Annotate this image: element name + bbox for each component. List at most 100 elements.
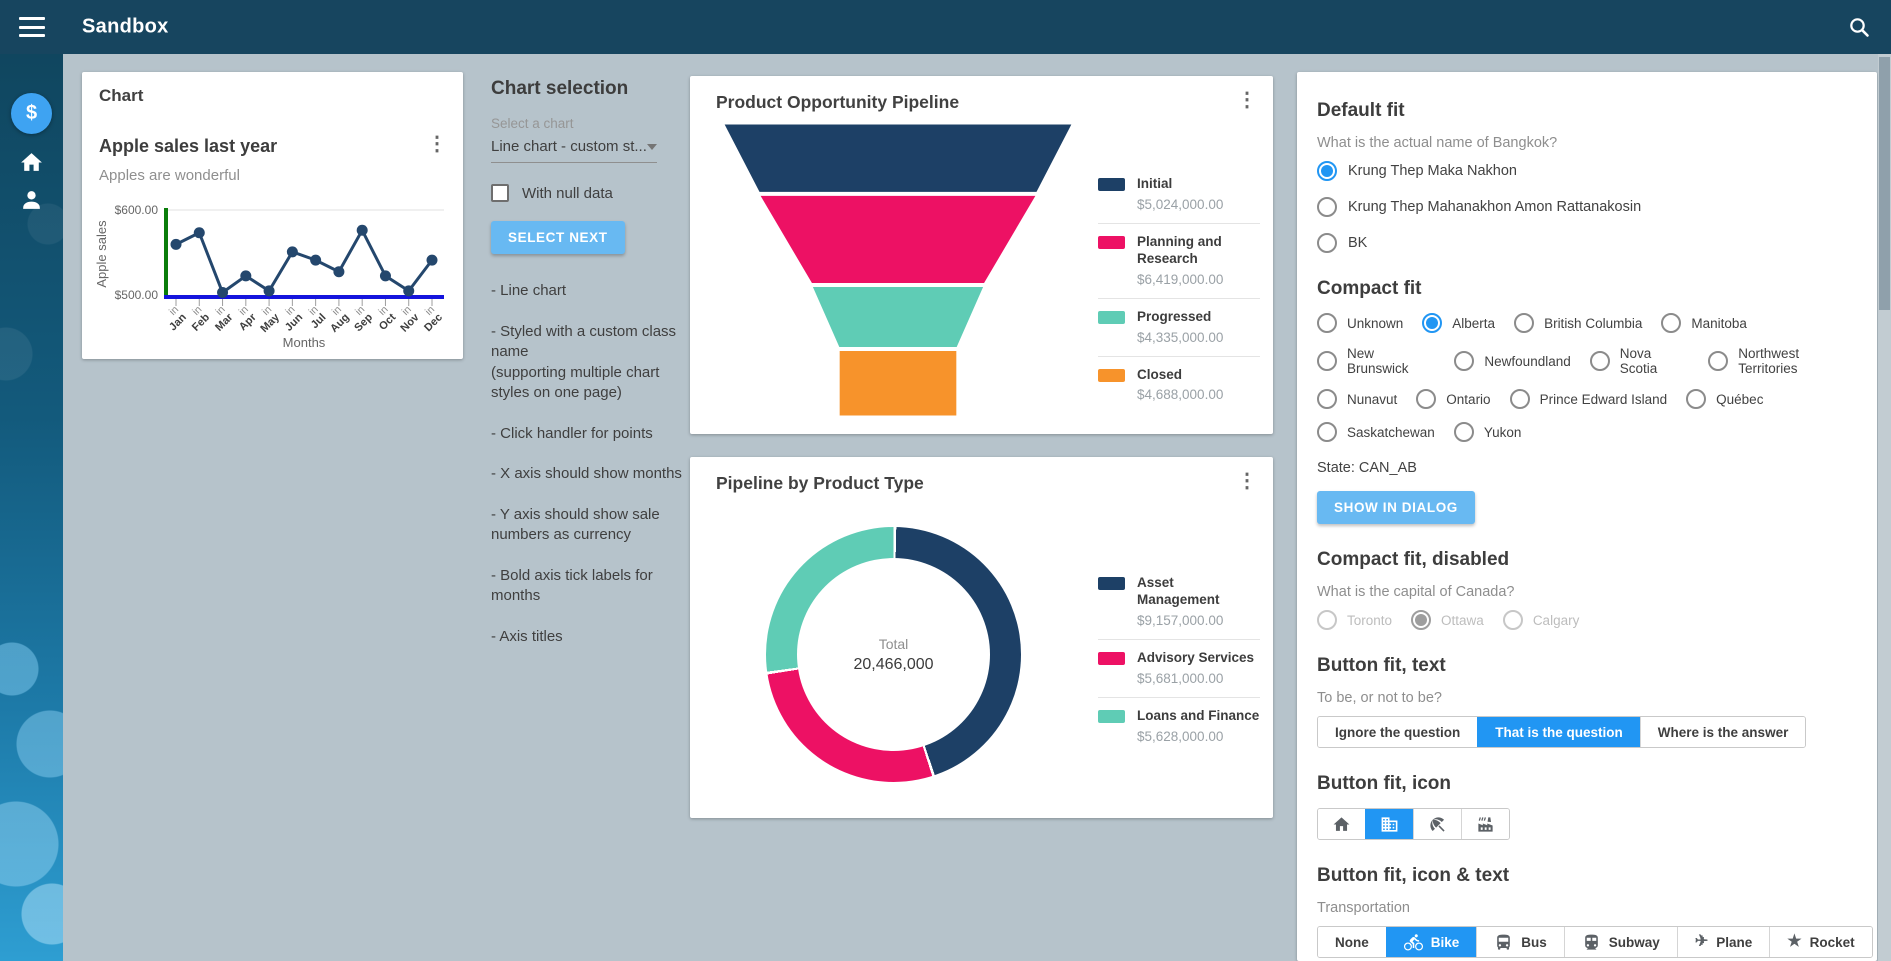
radio-option-saskatchewan[interactable]: Saskatchewan <box>1317 422 1435 442</box>
select-next-button[interactable]: SELECT NEXT <box>491 221 625 254</box>
segment-button-label: Plane <box>1716 935 1752 950</box>
dollar-icon[interactable]: $ <box>11 93 52 134</box>
radio-option-qu-bec[interactable]: Québec <box>1686 389 1763 409</box>
segment-button-bus[interactable]: Bus <box>1476 927 1564 957</box>
radio-circle[interactable] <box>1317 197 1337 217</box>
radio-option-yukon[interactable]: Yukon <box>1454 422 1522 442</box>
apple-sales-chart[interactable]: $600.00$500.00Apple salesinJaninFebinMar… <box>92 194 452 351</box>
with-null-data-checkbox[interactable]: With null data <box>491 184 691 202</box>
radio-circle[interactable] <box>1686 389 1706 409</box>
radio-circle[interactable] <box>1590 351 1610 371</box>
radio-option-northwest-territories[interactable]: Northwest Territories <box>1708 346 1857 376</box>
chart-selection-title: Chart selection <box>491 78 691 100</box>
radio-option-newfoundland[interactable]: Newfoundland <box>1454 351 1570 371</box>
user-icon[interactable] <box>19 187 44 212</box>
radio-circle[interactable] <box>1661 313 1681 333</box>
segment-button-home-icon[interactable] <box>1318 809 1365 839</box>
kebab-menu-icon[interactable]: ⋮ <box>1237 471 1257 491</box>
home-icon <box>1332 815 1351 834</box>
legend-swatch <box>1098 577 1125 590</box>
radio-circle[interactable] <box>1708 351 1728 371</box>
radio-option-prince-edward-island[interactable]: Prince Edward Island <box>1510 389 1668 409</box>
radio-circle[interactable] <box>1317 161 1337 181</box>
radio-row: Saskatchewan Yukon <box>1317 422 1857 442</box>
segment-button-beach-umbrella-icon[interactable] <box>1413 809 1461 839</box>
segment-button-plane[interactable]: ✈Plane <box>1677 927 1769 957</box>
segment-button-that-is-the-question[interactable]: That is the question <box>1477 717 1640 747</box>
legend-label: Progressed <box>1137 309 1260 326</box>
search-icon[interactable] <box>1847 15 1871 39</box>
radio-circle <box>1503 610 1523 630</box>
beach-umbrella-icon <box>1428 815 1447 834</box>
funnel-chart-card: Product Opportunity Pipeline ⋮ Initial$5… <box>690 76 1273 434</box>
button-fit-text-question: To be, or not to be? <box>1317 690 1857 706</box>
show-in-dialog-button[interactable]: SHOW IN DIALOG <box>1317 491 1475 524</box>
radio-option-nova-scotia[interactable]: Nova Scotia <box>1590 346 1690 376</box>
radio-option-krung-thep-mahanakhon-amon-rattanakosin[interactable]: Krung Thep Mahanakhon Amon Rattanakosin <box>1317 197 1857 217</box>
legend-item-asset-management: Asset Management$9,157,000.00 <box>1098 565 1260 639</box>
radio-option-new-brunswick[interactable]: New Brunswick <box>1317 346 1435 376</box>
funnel-stage-closed <box>839 350 958 416</box>
donut-chart-title: Pipeline by Product Type <box>716 473 924 494</box>
radio-circle[interactable] <box>1454 351 1474 371</box>
radio-label: Calgary <box>1533 613 1580 628</box>
radio-option-krung-thep-maka-nakhon[interactable]: Krung Thep Maka Nakhon <box>1317 161 1857 181</box>
radio-circle[interactable] <box>1422 313 1442 333</box>
radio-circle[interactable] <box>1514 313 1534 333</box>
segment-button-none[interactable]: None <box>1318 927 1386 957</box>
legend-swatch <box>1098 236 1125 249</box>
kebab-menu-icon[interactable]: ⋮ <box>427 134 447 154</box>
radio-option-bk[interactable]: BK <box>1317 233 1857 253</box>
app-title: Sandbox <box>82 16 169 39</box>
segment-button-subway[interactable]: Subway <box>1564 927 1677 957</box>
note-item: - X axis should show months <box>491 464 691 485</box>
radio-option-unknown[interactable]: Unknown <box>1317 313 1403 333</box>
legend-label: Planning and Research <box>1137 234 1260 268</box>
legend-value: $4,335,000.00 <box>1137 330 1260 345</box>
kebab-menu-icon[interactable]: ⋮ <box>1237 90 1257 110</box>
top-navbar: Sandbox <box>0 0 1891 54</box>
segment-button-office-building-icon[interactable] <box>1365 809 1413 839</box>
svg-text:$500.00: $500.00 <box>115 288 159 302</box>
radio-option-manitoba[interactable]: Manitoba <box>1661 313 1747 333</box>
radio-circle[interactable] <box>1317 389 1337 409</box>
radio-circle[interactable] <box>1317 313 1337 333</box>
legend-item-loans-and-finance: Loans and Finance$5,628,000.00 <box>1098 697 1260 755</box>
radio-circle[interactable] <box>1416 389 1436 409</box>
button-fit-text-title: Button fit, text <box>1317 655 1857 677</box>
segment-button-ignore-the-question[interactable]: Ignore the question <box>1318 717 1477 747</box>
home-icon[interactable] <box>19 150 44 175</box>
segment-button-where-is-the-answer[interactable]: Where is the answer <box>1640 717 1806 747</box>
radio-circle[interactable] <box>1317 233 1337 253</box>
scrollbar-thumb[interactable] <box>1879 57 1890 310</box>
segment-button-factory-icon[interactable] <box>1461 809 1509 839</box>
legend-swatch <box>1098 652 1125 665</box>
radio-circle[interactable] <box>1510 389 1530 409</box>
radio-label: Yukon <box>1484 425 1522 440</box>
radio-option-alberta[interactable]: Alberta <box>1422 313 1495 333</box>
radio-circle[interactable] <box>1454 422 1474 442</box>
radio-option-calgary: Calgary <box>1503 610 1580 630</box>
dollar-label: $ <box>26 102 37 125</box>
segment-button-bike[interactable]: Bike <box>1386 927 1477 957</box>
radio-row: Nunavut Ontario Prince Edward Island Québec <box>1317 389 1857 409</box>
scrollbar[interactable] <box>1878 54 1891 961</box>
radio-label: Nova Scotia <box>1620 346 1690 376</box>
radio-circle[interactable] <box>1317 422 1337 442</box>
radio-option-ontario[interactable]: Ontario <box>1416 389 1490 409</box>
button-fit-icon-title: Button fit, icon <box>1317 773 1857 795</box>
segment-button-rocket[interactable]: ★Rocket <box>1769 927 1871 957</box>
app-root: Sandbox $ Chart Apple sales last year Ap… <box>0 0 1891 961</box>
radio-label: Saskatchewan <box>1347 425 1435 440</box>
radio-circle[interactable] <box>1317 351 1337 371</box>
chart-selection-panel: Chart selection Select a chart Line char… <box>491 78 691 648</box>
radio-option-british-columbia[interactable]: British Columbia <box>1514 313 1642 333</box>
menu-icon[interactable] <box>19 17 45 37</box>
legend-label: Advisory Services <box>1137 650 1260 667</box>
radio-label: Krung Thep Mahanakhon Amon Rattanakosin <box>1348 199 1641 215</box>
chart-select-dropdown[interactable]: Line chart - custom st... <box>491 138 657 163</box>
radio-label: British Columbia <box>1544 316 1642 331</box>
svg-text:inJul: inJul <box>301 304 329 332</box>
checkbox-icon[interactable] <box>491 184 509 202</box>
radio-option-nunavut[interactable]: Nunavut <box>1317 389 1397 409</box>
